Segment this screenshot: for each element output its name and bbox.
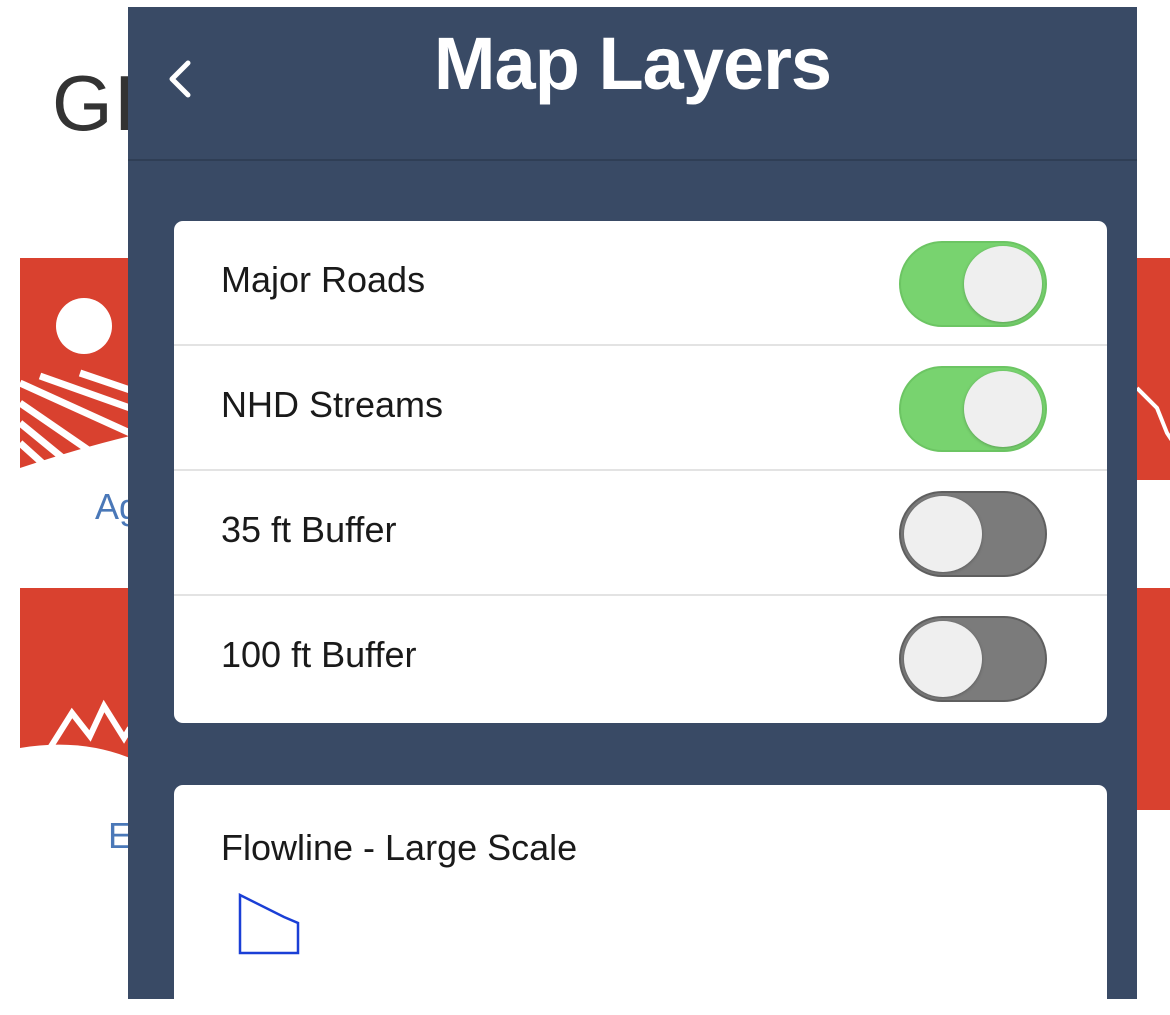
elevation-tile[interactable]: [20, 588, 130, 790]
map-layers-panel: Map Layers Major Roads NHD Streams 35 ft…: [128, 7, 1137, 1015]
legend-title: Flowline - Large Scale: [221, 827, 578, 868]
panel-header: Map Layers: [128, 7, 1137, 161]
layer-row-35ft-buffer: 35 ft Buffer: [174, 471, 1107, 596]
layer-row-100ft-buffer: 100 ft Buffer: [174, 596, 1107, 721]
agriculture-tile[interactable]: [20, 258, 130, 480]
map-tile-right[interactable]: [1137, 258, 1170, 480]
map-icon: [1137, 386, 1170, 442]
35ft-buffer-toggle[interactable]: [899, 491, 1047, 577]
polygon-outline-icon: [238, 893, 300, 955]
layer-label: NHD Streams: [221, 384, 444, 425]
panel-title: Map Layers: [433, 22, 832, 105]
mountain-icon: [20, 699, 130, 790]
100ft-buffer-toggle[interactable]: [899, 616, 1047, 702]
agriculture-icon: [20, 298, 130, 480]
layer-label: 100 ft Buffer: [221, 634, 417, 675]
toggle-knob: [964, 246, 1042, 322]
layer-label: Major Roads: [221, 259, 426, 300]
nhd-streams-toggle[interactable]: [899, 366, 1047, 452]
layer-label: 35 ft Buffer: [221, 509, 397, 550]
legend-card: Flowline - Large Scale: [174, 785, 1107, 1015]
layer-row-nhd-streams: NHD Streams: [174, 346, 1107, 471]
map-tile-right-lower[interactable]: [1137, 588, 1170, 810]
toggle-knob: [964, 371, 1042, 447]
toggle-knob: [904, 496, 982, 572]
major-roads-toggle[interactable]: [899, 241, 1047, 327]
layer-row-major-roads: Major Roads: [174, 221, 1107, 346]
page-title: GI: [52, 59, 137, 147]
layers-list: Major Roads NHD Streams 35 ft Buffer 100…: [174, 221, 1107, 723]
toggle-knob: [904, 621, 982, 697]
